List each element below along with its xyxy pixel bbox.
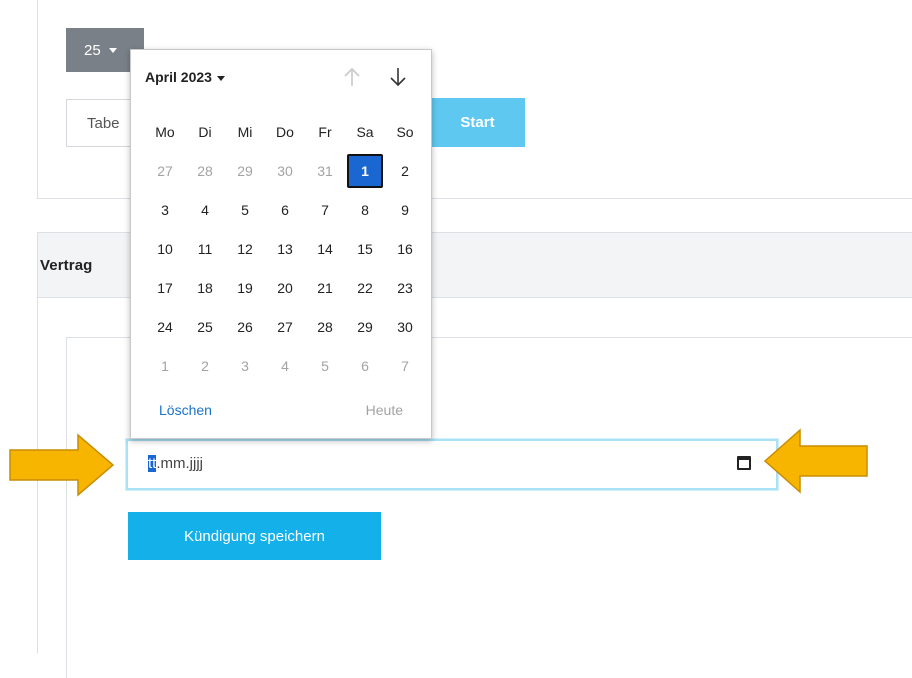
calendar-day[interactable]: 29 — [345, 310, 385, 344]
calendar-day[interactable]: 3 — [145, 193, 185, 227]
calendar-day[interactable]: 27 — [265, 310, 305, 344]
calendar-day[interactable]: 10 — [145, 232, 185, 266]
weekday-label: Fr — [318, 124, 332, 140]
calendar-day[interactable]: 27 — [145, 154, 185, 188]
month-year-dropdown[interactable]: April 2023 — [145, 69, 225, 85]
arrow-up-icon[interactable] — [341, 66, 363, 88]
start-button[interactable]: Start — [430, 98, 525, 147]
calendar-week-row: 17 18 19 20 21 22 23 — [145, 271, 425, 305]
calendar-day-selected[interactable]: 1 — [347, 154, 383, 188]
calendar-day[interactable]: 8 — [345, 193, 385, 227]
calendar-day[interactable]: 31 — [305, 154, 345, 188]
calendar-day[interactable]: 5 — [225, 193, 265, 227]
calendar-day[interactable]: 9 — [385, 193, 425, 227]
calendar-day[interactable]: 28 — [305, 310, 345, 344]
save-cancellation-label: Kündigung speichern — [184, 527, 325, 545]
calendar-day[interactable]: 16 — [385, 232, 425, 266]
annotation-arrow-right-icon — [9, 433, 115, 497]
calendar-day[interactable]: 19 — [225, 271, 265, 305]
weekday-label: Sa — [356, 124, 374, 140]
calendar-week-row: 10 11 12 13 14 15 16 — [145, 232, 425, 266]
today-button[interactable]: Heute — [366, 402, 403, 418]
weekday-label: Do — [276, 124, 294, 140]
calendar-day[interactable]: 7 — [305, 193, 345, 227]
save-cancellation-button[interactable]: Kündigung speichern — [128, 512, 381, 560]
date-month-segment[interactable]: .mm. — [156, 455, 189, 472]
calendar-day[interactable]: 3 — [225, 349, 265, 383]
calendar-day[interactable]: 4 — [265, 349, 305, 383]
calendar-day[interactable]: 6 — [345, 349, 385, 383]
date-year-segment[interactable]: jjjj — [190, 455, 203, 472]
calendar-day[interactable]: 21 — [305, 271, 345, 305]
calendar-day[interactable]: 12 — [225, 232, 265, 266]
clear-button[interactable]: Löschen — [159, 402, 212, 418]
calendar-week-row: 3456789 — [145, 193, 425, 227]
calendar-day[interactable]: 23 — [385, 271, 425, 305]
calendar-day[interactable]: 6 — [265, 193, 305, 227]
calendar-day[interactable]: 11 — [185, 232, 225, 266]
date-input-text: tt.mm.jjjj — [148, 455, 203, 472]
contract-panel-title: Vertrag — [40, 257, 93, 274]
date-picker-popup: April 2023 Mo Di Mi Do Fr Sa So 27 28 29 30 31 1 2 3 4… — [130, 49, 432, 439]
caret-down-icon — [108, 47, 117, 53]
calendar-day[interactable]: 7 — [385, 349, 425, 383]
calendar-day[interactable]: 24 — [145, 310, 185, 344]
weekday-label: Mi — [237, 124, 253, 140]
calendar-day[interactable]: 22 — [345, 271, 385, 305]
calendar-day[interactable]: 2 — [185, 349, 225, 383]
calendar-day[interactable]: 30 — [265, 154, 305, 188]
arrow-down-icon[interactable] — [387, 66, 409, 88]
caret-down-icon — [216, 75, 225, 81]
page-size-value: 25 — [84, 41, 101, 59]
calendar-day[interactable]: 26 — [225, 310, 265, 344]
calendar-day[interactable]: 15 — [345, 232, 385, 266]
weekday-label: Di — [198, 124, 212, 140]
calendar-day[interactable]: 2 — [385, 154, 425, 188]
calendar-day[interactable]: 29 — [225, 154, 265, 188]
calendar-week-row: 27 28 29 30 31 1 2 — [145, 154, 425, 188]
calendar-day[interactable]: 5 — [305, 349, 345, 383]
weekday-label: Mo — [155, 124, 175, 140]
calendar-week-row: 24 25 26 27 28 29 30 — [145, 310, 425, 344]
weekday-header-row: Mo Di Mi Do Fr Sa So — [145, 115, 425, 149]
calendar-day[interactable]: 14 — [305, 232, 345, 266]
start-button-label: Start — [460, 114, 495, 131]
calendar-day[interactable]: 4 — [185, 193, 225, 227]
calendar-week-row: 1234567 — [145, 349, 425, 383]
calendar-day[interactable]: 25 — [185, 310, 225, 344]
month-year-label: April 2023 — [145, 69, 212, 85]
calendar-day[interactable]: 13 — [265, 232, 305, 266]
calendar-day[interactable]: 1 — [145, 349, 185, 383]
cancellation-date-input[interactable]: tt.mm.jjjj — [126, 439, 778, 490]
calendar-day[interactable]: 18 — [185, 271, 225, 305]
calendar-day[interactable]: 20 — [265, 271, 305, 305]
calendar-day[interactable]: 30 — [385, 310, 425, 344]
weekday-label: So — [396, 124, 414, 140]
calendar-day[interactable]: 17 — [145, 271, 185, 305]
calendar-day[interactable]: 28 — [185, 154, 225, 188]
annotation-arrow-left-icon — [763, 428, 868, 494]
calendar-icon[interactable] — [737, 456, 751, 470]
